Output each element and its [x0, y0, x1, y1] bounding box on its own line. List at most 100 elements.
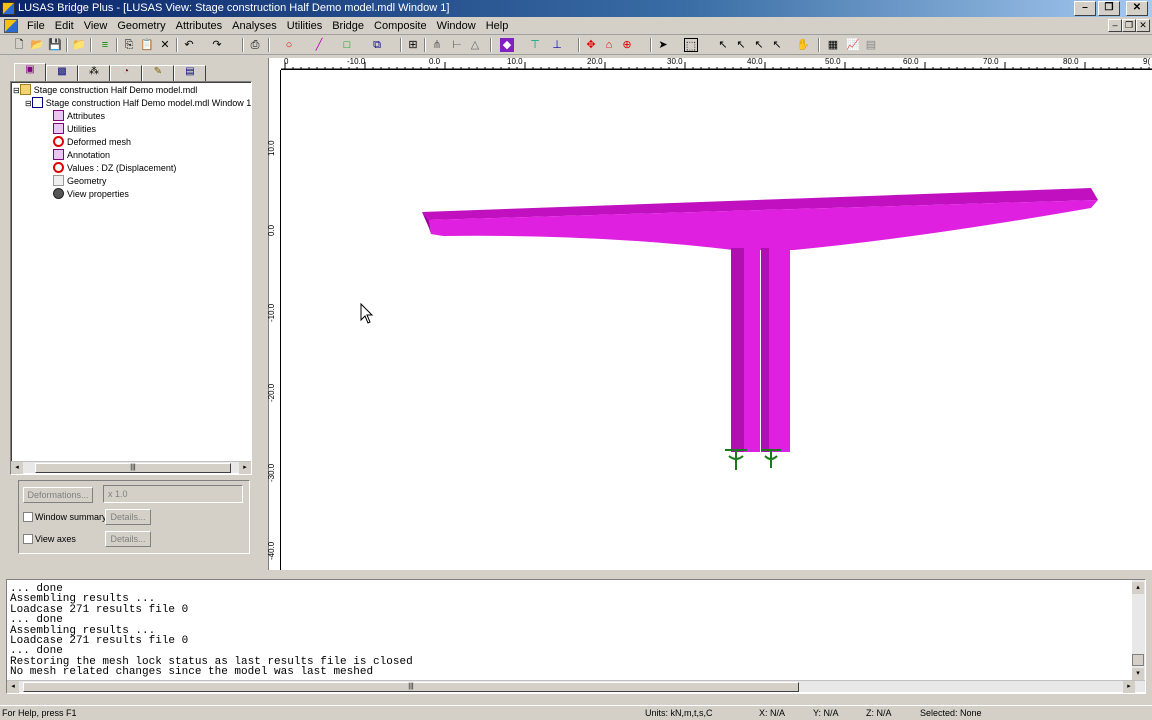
checkbox-box[interactable] — [23, 534, 33, 544]
support-symbols[interactable] — [725, 449, 781, 470]
document-icon[interactable] — [4, 19, 18, 33]
view-axes-checkbox[interactable]: View axes — [23, 533, 76, 545]
pick-volume-icon[interactable]: ↖ — [770, 38, 784, 52]
pier-left-face[interactable] — [744, 248, 760, 452]
deformations-button[interactable]: Deformations... — [23, 487, 93, 503]
scroll-right-icon[interactable]: ▸ — [239, 462, 251, 474]
select-icon[interactable]: ➤ — [656, 38, 670, 52]
tree-item-utilities[interactable]: Utilities — [53, 123, 96, 136]
menu-composite[interactable]: Composite — [369, 19, 432, 33]
copy-icon[interactable]: ⎘ — [122, 38, 136, 52]
checkbox-box[interactable] — [23, 512, 33, 522]
loadcases-tab-icon[interactable]: ◔ — [110, 65, 142, 81]
tree-item-geometry[interactable]: Geometry — [53, 175, 107, 188]
support-icon[interactable]: ⋔ — [430, 38, 444, 52]
bridge-model[interactable] — [269, 58, 1152, 570]
result-icon[interactable]: ◆ — [500, 38, 514, 52]
console-vertical-scrollbar[interactable]: ▴ ▾ — [1132, 580, 1145, 680]
volume-icon[interactable]: ⧉ — [370, 38, 384, 52]
paste-icon[interactable]: 📋 — [140, 38, 154, 52]
open-folder-icon[interactable]: 📁 — [72, 38, 86, 52]
tree-item-attributes[interactable]: Attributes — [53, 110, 105, 123]
scroll-down-icon[interactable]: ▾ — [1132, 668, 1144, 680]
toolbar: 🗋 📂 💾 📁 ≡ ⎘ 📋 ✕ ↶ ↷ ⎙ ○ ╱ □ ⧉ ⊞ ⋔ ⊢ △ ◆ … — [0, 35, 1152, 55]
menu-window[interactable]: Window — [432, 19, 481, 33]
scale-field[interactable]: x 1.0 — [103, 485, 243, 503]
scrollbar-thumb[interactable] — [1132, 654, 1144, 666]
delete-icon[interactable]: ✕ — [158, 38, 172, 52]
tree-item-values[interactable]: Values : DZ (Displacement) — [53, 162, 176, 175]
tree-item-annotation[interactable]: Annotation — [53, 149, 110, 162]
pier-left-side[interactable] — [731, 248, 745, 452]
scrollbar-thumb[interactable]: ||| — [35, 463, 231, 473]
app-icon[interactable] — [2, 2, 15, 15]
mesh-icon[interactable]: ⊞ — [406, 38, 420, 52]
menu-utilities[interactable]: Utilities — [282, 19, 327, 33]
surface-icon[interactable]: □ — [340, 38, 354, 52]
pick-line-icon[interactable]: ↖ — [734, 38, 748, 52]
new-icon[interactable]: 🗋 — [12, 38, 26, 52]
console-line: Assembling results ... — [10, 593, 156, 605]
load-icon[interactable]: ⊢ — [450, 38, 464, 52]
contour-icon[interactable]: ⊤ — [528, 38, 542, 52]
point-icon[interactable]: ○ — [282, 38, 296, 52]
text-output-window[interactable]: ... done Assembling results ... Loadcase… — [6, 579, 1146, 694]
restore-button[interactable]: ❐ — [1098, 1, 1120, 16]
layers-icon[interactable]: ≡ — [98, 38, 112, 52]
report-tab-icon[interactable]: ▤ — [174, 65, 206, 81]
graphics-view[interactable]: 0 -10.0 0.0 10.0 20.0 30.0 40.0 50.0 60.… — [267, 57, 1152, 570]
redo-icon[interactable]: ↷ — [210, 38, 224, 52]
menu-analyses[interactable]: Analyses — [227, 19, 282, 33]
pier-right-side[interactable] — [761, 248, 769, 452]
menu-file[interactable]: File — [22, 19, 50, 33]
menu-geometry[interactable]: Geometry — [112, 19, 170, 33]
deform-icon[interactable]: △ — [468, 38, 482, 52]
tree-horizontal-scrollbar[interactable]: ◂ ||| ▸ — [11, 461, 251, 474]
home-icon[interactable]: ⌂ — [602, 38, 616, 52]
hand-icon[interactable]: ✋ — [796, 38, 810, 52]
rotate-icon[interactable]: ⊕ — [620, 38, 634, 52]
menu-edit[interactable]: Edit — [50, 19, 79, 33]
window-summary-details-button[interactable]: Details... — [105, 509, 151, 525]
window-title: LUSAS Bridge Plus - [LUSAS View: Stage c… — [18, 2, 450, 14]
analyses-tab-icon[interactable]: ✎ — [142, 65, 174, 81]
chart-icon[interactable]: 📈 — [846, 38, 860, 52]
save-icon[interactable]: 💾 — [48, 38, 62, 52]
pick-icon[interactable]: ↖ — [716, 38, 730, 52]
mdi-close-button[interactable]: ✕ — [1136, 19, 1150, 32]
attributes-tab-icon[interactable]: ⁂ — [78, 65, 110, 81]
menu-view[interactable]: View — [79, 19, 113, 33]
undo-icon[interactable]: ↶ — [182, 38, 196, 52]
axes-icon[interactable]: ⊥ — [550, 38, 564, 52]
menu-attributes[interactable]: Attributes — [171, 19, 227, 33]
scroll-left-icon[interactable]: ◂ — [11, 462, 23, 474]
tree-window-node[interactable]: ⊟ Stage construction Half Demo model.mdl … — [25, 97, 251, 110]
menu-bridge[interactable]: Bridge — [327, 19, 369, 33]
console-horizontal-scrollbar[interactable]: ◂ ||| ▸ — [7, 680, 1145, 693]
move-icon[interactable]: ✥ — [584, 38, 598, 52]
scrollbar-thumb[interactable]: ||| — [23, 682, 799, 692]
menu-help[interactable]: Help — [481, 19, 514, 33]
mdi-restore-button[interactable]: ❐ — [1122, 19, 1136, 32]
close-button[interactable]: ✕ — [1126, 1, 1148, 16]
scroll-right-icon[interactable]: ▸ — [1123, 681, 1135, 693]
pick-surface-icon[interactable]: ↖ — [752, 38, 766, 52]
tree-item-view-properties[interactable]: View properties — [53, 188, 129, 201]
mdi-minimize-button[interactable]: – — [1108, 19, 1122, 32]
window-summary-checkbox[interactable]: Window summary — [23, 511, 107, 523]
pier-right-face[interactable] — [769, 248, 790, 452]
minimize-button[interactable]: – — [1074, 1, 1096, 16]
line-icon[interactable]: ╱ — [312, 38, 326, 52]
view-axes-details-button[interactable]: Details... — [105, 531, 151, 547]
scroll-up-icon[interactable]: ▴ — [1132, 582, 1144, 594]
print-icon[interactable]: ⎙ — [248, 38, 262, 52]
open-icon[interactable]: 📂 — [30, 38, 44, 52]
tree-item-deformed-mesh[interactable]: Deformed mesh — [53, 136, 131, 149]
layers-tab-icon[interactable]: ▣ — [14, 63, 46, 81]
table-icon[interactable]: ▦ — [826, 38, 840, 52]
grid-icon[interactable]: ▤ — [864, 38, 878, 52]
scroll-left-icon[interactable]: ◂ — [7, 681, 19, 693]
groups-tab-icon[interactable]: ▩ — [46, 65, 78, 81]
select-box-icon[interactable]: ⬚ — [684, 38, 698, 52]
tree-root[interactable]: ⊟ Stage construction Half Demo model.mdl — [13, 84, 197, 97]
